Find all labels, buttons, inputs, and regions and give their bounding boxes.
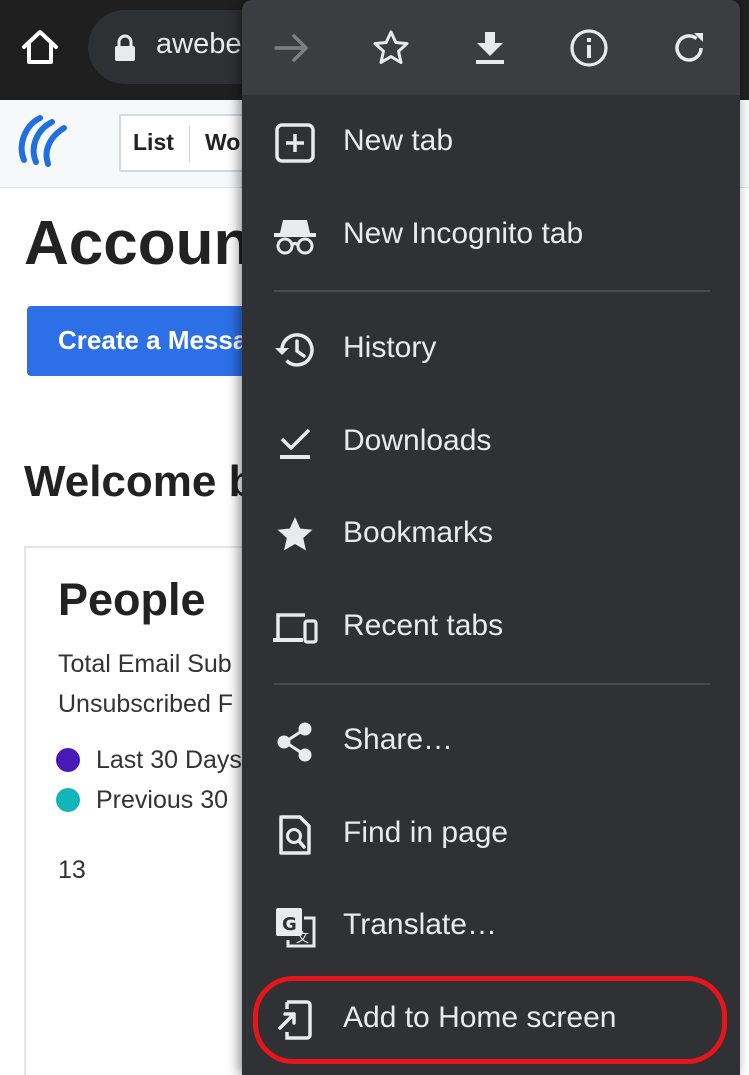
menu-item-label: Share… xyxy=(343,723,454,756)
find-in-page-icon xyxy=(272,812,318,858)
menu-item-downloads[interactable]: Downloads xyxy=(242,397,740,489)
legend-label: Last 30 Days xyxy=(96,746,242,774)
forward-icon xyxy=(274,34,308,62)
aweber-logo-icon[interactable] xyxy=(18,114,70,168)
nav-item-workflows[interactable]: Wo xyxy=(205,129,240,156)
svg-text:文: 文 xyxy=(296,931,309,946)
menu-item-label: Find in page xyxy=(343,816,509,849)
page-title: Accoun xyxy=(24,209,252,278)
new-tab-icon xyxy=(272,120,318,166)
menu-item-label: Downloads xyxy=(343,424,492,457)
menu-item-label: New tab xyxy=(343,124,454,157)
star-icon xyxy=(272,512,318,558)
nav-divider xyxy=(189,126,190,162)
reload-icon xyxy=(675,33,703,62)
people-title: People xyxy=(58,574,206,625)
menu-item-new-incognito-tab[interactable]: New Incognito tab xyxy=(242,190,740,282)
menu-item-new-tab[interactable]: New tab xyxy=(242,97,740,189)
svg-text:G: G xyxy=(282,914,297,935)
bookmark-page-button[interactable] xyxy=(367,24,415,72)
menu-item-recent-tabs[interactable]: Recent tabs xyxy=(242,582,740,674)
legend-swatch xyxy=(56,748,80,772)
incognito-icon xyxy=(272,213,318,259)
reload-button[interactable] xyxy=(665,24,713,72)
legend-label: Previous 30 xyxy=(96,786,229,814)
home-icon xyxy=(22,30,58,64)
download-page-button[interactable] xyxy=(466,24,514,72)
menu-toolbar xyxy=(242,0,740,95)
downloads-icon xyxy=(272,420,318,466)
menu-item-find-in-page[interactable]: Find in page xyxy=(242,789,740,881)
subscriber-count: 13 xyxy=(58,856,86,884)
menu-item-label: Recent tabs xyxy=(343,609,504,642)
page-info-button[interactable] xyxy=(565,24,613,72)
download-icon xyxy=(476,32,504,64)
home-button[interactable] xyxy=(14,22,66,72)
menu-item-label: Translate… xyxy=(343,908,497,941)
stat-total-subscribers: Total Email Sub xyxy=(58,650,232,678)
menu-item-translate[interactable]: G 文 Translate… xyxy=(242,881,740,973)
menu-divider xyxy=(274,683,710,685)
history-icon xyxy=(272,327,318,373)
menu-item-share[interactable]: Share… xyxy=(242,696,740,788)
lock-icon xyxy=(115,34,135,61)
bookmark-star-icon xyxy=(373,30,409,64)
url-text: awebe xyxy=(156,28,242,60)
menu-item-history[interactable]: History xyxy=(242,304,740,396)
devices-icon xyxy=(272,605,318,651)
stat-unsubscribed: Unsubscribed F xyxy=(58,690,234,718)
menu-item-label: Bookmarks xyxy=(343,516,494,549)
menu-item-label: History xyxy=(343,331,437,364)
legend-swatch xyxy=(56,788,80,812)
forward-button[interactable] xyxy=(268,24,316,72)
menu-item-label: New Incognito tab xyxy=(343,217,584,250)
share-icon xyxy=(272,719,318,765)
menu-item-bookmarks[interactable]: Bookmarks xyxy=(242,489,740,581)
highlight-annotation xyxy=(253,976,727,1064)
translate-icon: G 文 xyxy=(272,904,318,950)
nav-item-list[interactable]: List xyxy=(133,129,174,156)
browser-overflow-menu: New tab New Incognito tab History Downlo… xyxy=(242,0,740,1075)
menu-divider xyxy=(274,290,710,292)
info-icon xyxy=(570,29,608,67)
welcome-heading: Welcome b xyxy=(24,457,256,506)
